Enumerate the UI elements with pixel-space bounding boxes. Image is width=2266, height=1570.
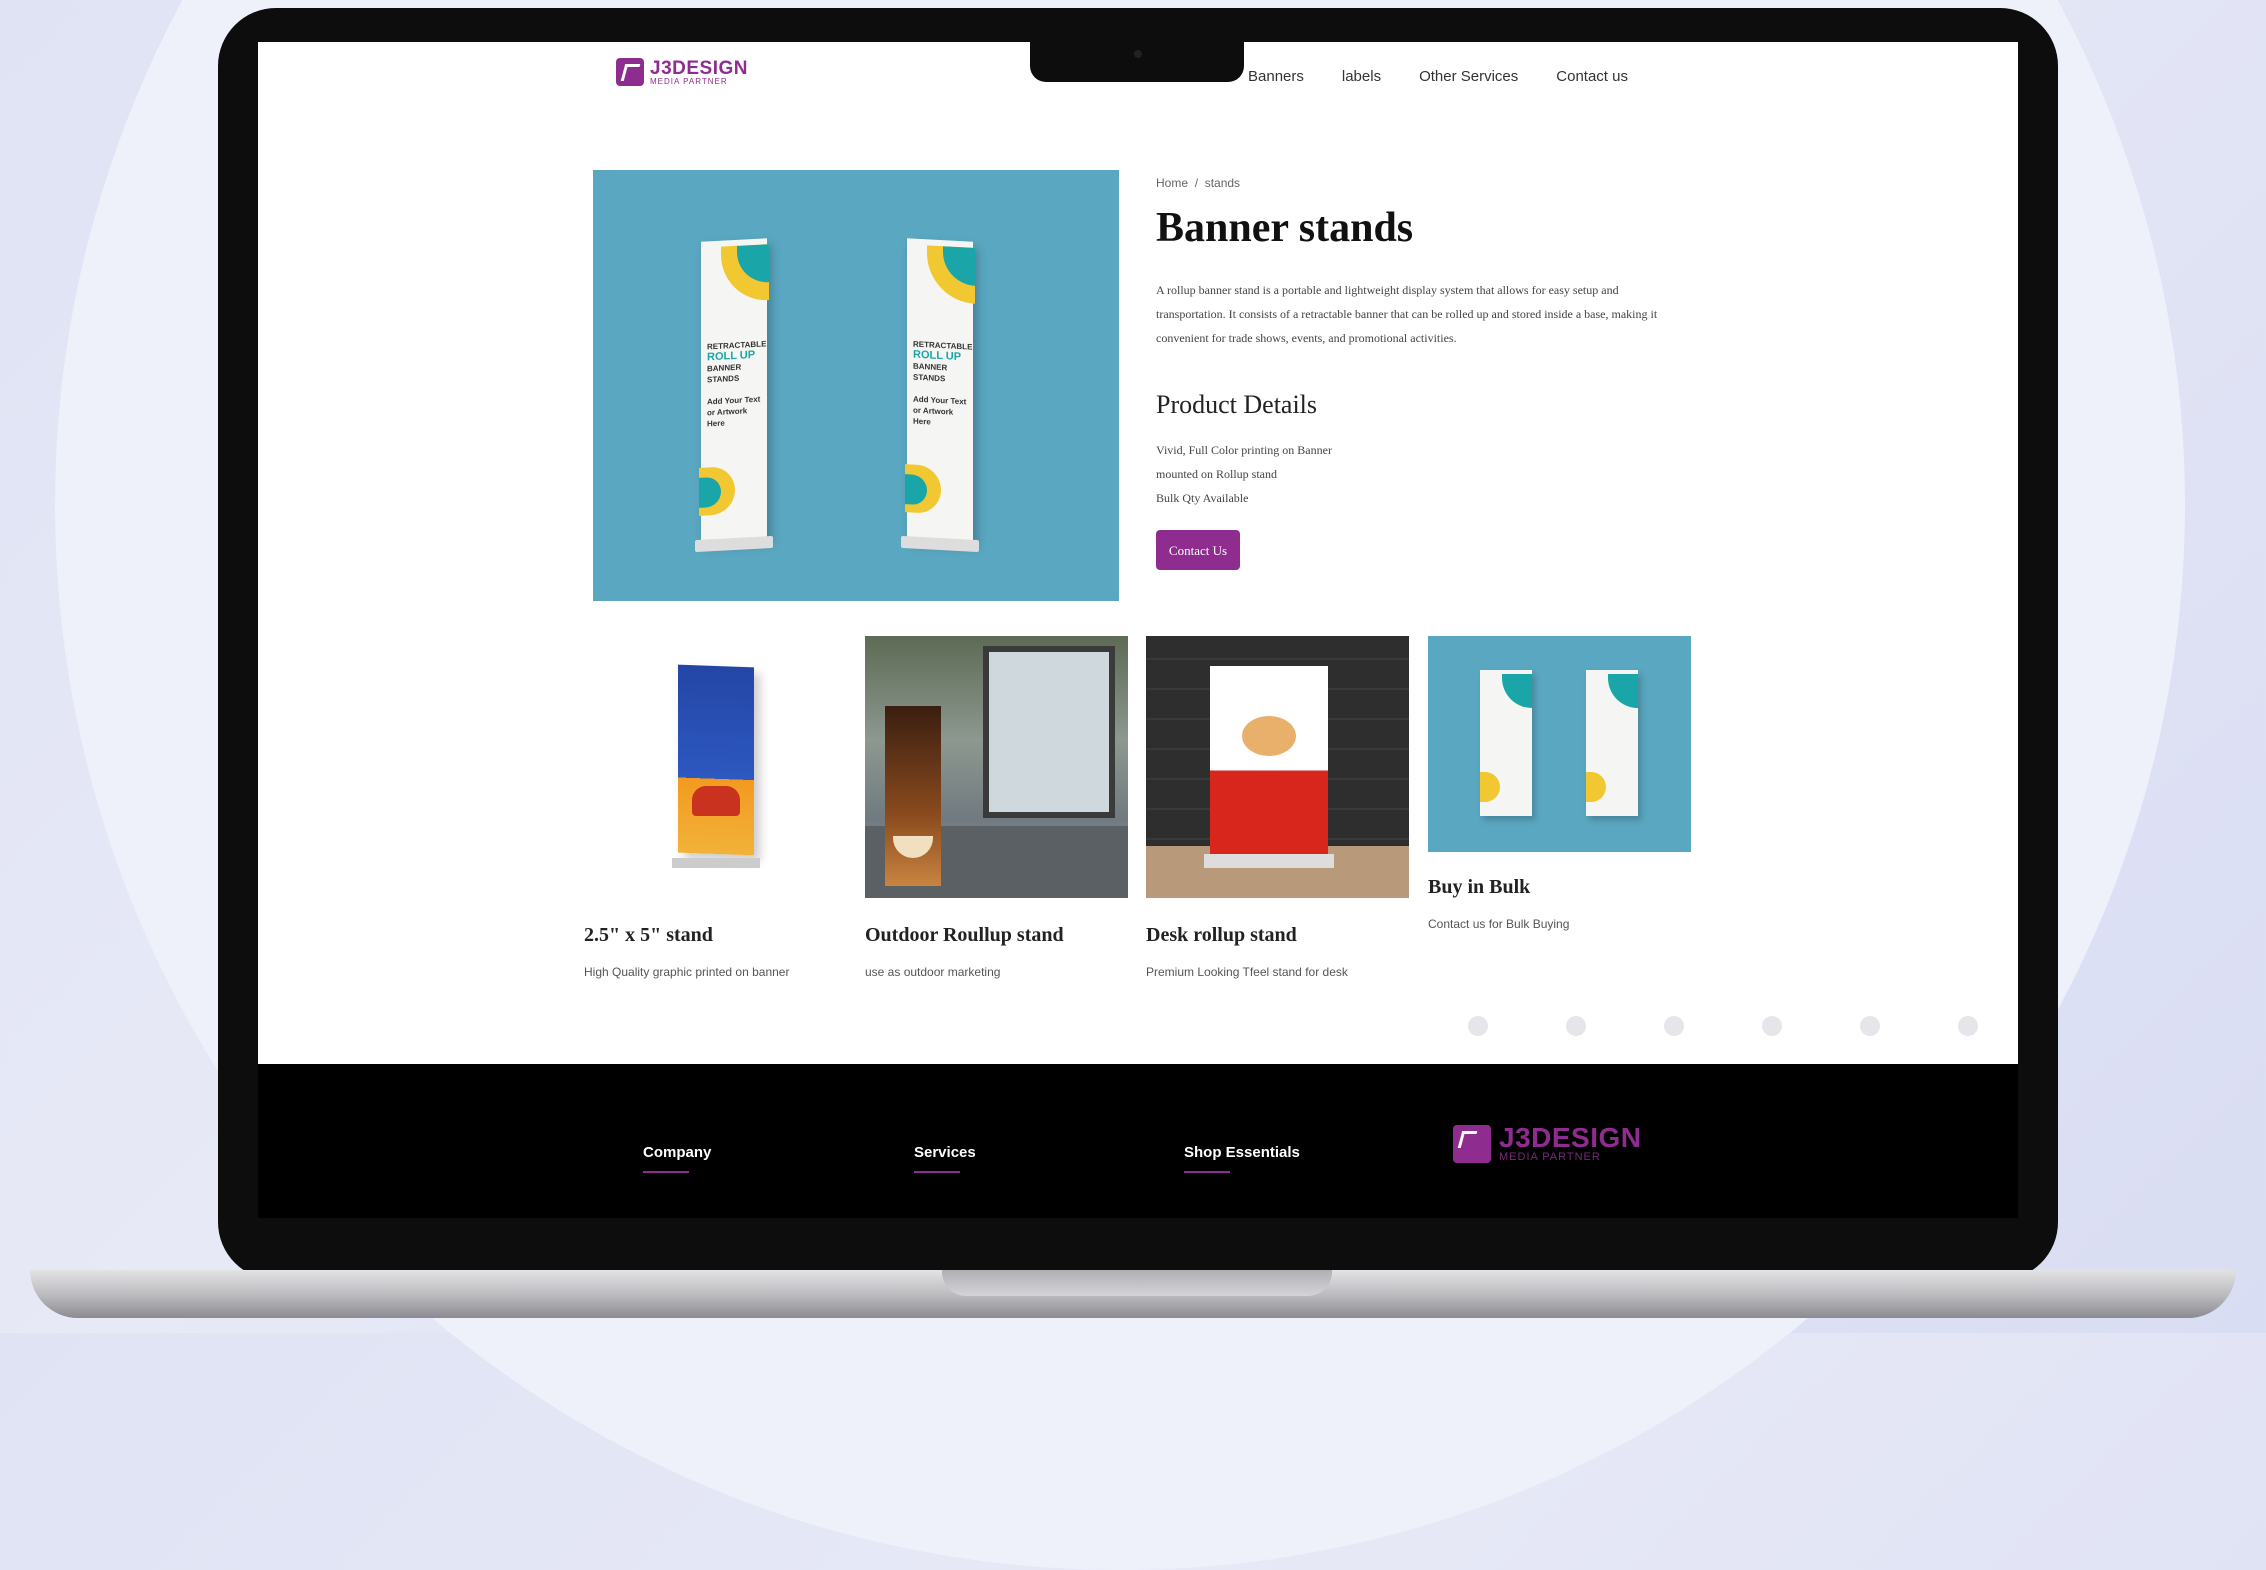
card-image-2-5x5-stand bbox=[584, 636, 847, 898]
breadcrumb-home[interactable]: Home bbox=[1156, 176, 1188, 190]
logo-title: J3DESIGN bbox=[650, 57, 748, 79]
nav-banners[interactable]: Banners bbox=[1248, 68, 1304, 85]
card-title: Buy in Bulk bbox=[1428, 876, 1531, 898]
card-title: 2.5" x 5" stand bbox=[584, 924, 713, 946]
hero-stand-text-3: BANNER STANDS bbox=[707, 362, 742, 385]
card-caption: High Quality graphic printed on banner bbox=[584, 965, 790, 979]
camera-icon bbox=[1134, 50, 1142, 58]
product-hero-image: RETRACTABLE ROLL UP BANNER STANDS Add Yo… bbox=[593, 170, 1119, 601]
product-details-list: Vivid, Full Color printing on Banner mou… bbox=[1156, 438, 1332, 510]
product-details-heading: Product Details bbox=[1156, 390, 1318, 419]
footer-logo-mark-icon bbox=[1453, 1124, 1491, 1163]
card-title: Outdoor Roullup stand bbox=[865, 924, 1064, 946]
product-detail-item: Vivid, Full Color printing on Banner bbox=[1156, 443, 1332, 457]
footer-col-services[interactable]: Services bbox=[914, 1144, 976, 1173]
laptop-base-notch bbox=[942, 1270, 1332, 1296]
card-caption: Contact us for Bulk Buying bbox=[1428, 917, 1570, 931]
nav-labels[interactable]: labels bbox=[1342, 68, 1381, 85]
hero-stand-right: RETRACTABLE ROLL UP BANNER STANDS Add Yo… bbox=[901, 238, 979, 553]
hero-stand-text-4b: Add Your Text bbox=[913, 394, 967, 407]
footer-logo-title: J3DESIGN bbox=[1499, 1122, 1642, 1153]
product-card-outdoor-rollup[interactable]: Outdoor Roullup stand use as outdoor mar… bbox=[865, 636, 1128, 979]
nav-contact-us[interactable]: Contact us bbox=[1556, 68, 1628, 85]
footer-logo[interactable]: J3DESIGN MEDIA PARTNER bbox=[1453, 1124, 1642, 1163]
logo-mark-icon bbox=[616, 58, 644, 86]
main-nav: Banners labels Other Services Contact us bbox=[1248, 68, 1666, 85]
product-detail-item: mounted on Rollup stand bbox=[1156, 467, 1277, 481]
camera-notch bbox=[1030, 42, 1244, 82]
page-title: Banner stands bbox=[1156, 205, 1414, 251]
site-footer: Company Services Shop Essentials J3DESIG… bbox=[258, 1016, 2018, 1218]
product-card-2-5x5-stand[interactable]: 2.5" x 5" stand High Quality graphic pri… bbox=[584, 636, 847, 979]
hero-stand-text-2: ROLL UP bbox=[707, 348, 756, 364]
contact-us-button[interactable]: Contact Us bbox=[1156, 530, 1240, 570]
hero-stand-text-4: Add Your Text bbox=[707, 394, 761, 407]
product-card-desk-rollup[interactable]: Desk rollup stand Premium Looking Tfeel … bbox=[1146, 636, 1409, 979]
product-description: A rollup banner stand is a portable and … bbox=[1156, 283, 1658, 345]
card-image-outdoor-rollup bbox=[865, 636, 1128, 898]
footer-col-shop-essentials[interactable]: Shop Essentials bbox=[1184, 1144, 1300, 1173]
product-detail-item: Bulk Qty Available bbox=[1156, 491, 1249, 505]
laptop-screen: J3DESIGN MEDIA PARTNER Banners labels Ot… bbox=[258, 42, 2018, 1218]
card-image-buy-in-bulk bbox=[1428, 636, 1691, 852]
hero-stand-left: RETRACTABLE ROLL UP BANNER STANDS Add Yo… bbox=[695, 238, 773, 553]
logo-tagline: MEDIA PARTNER bbox=[650, 76, 728, 86]
product-card-buy-in-bulk[interactable]: Buy in Bulk Contact us for Bulk Buying bbox=[1428, 636, 1691, 931]
card-caption: Premium Looking Tfeel stand for desk bbox=[1146, 965, 1348, 979]
hero-stand-text-3b: BANNER STANDS bbox=[913, 361, 948, 384]
card-caption: use as outdoor marketing bbox=[865, 965, 1001, 979]
breadcrumb-current: stands bbox=[1204, 176, 1241, 190]
hero-stand-text-2b: ROLL UP bbox=[913, 348, 962, 364]
card-title: Desk rollup stand bbox=[1146, 924, 1297, 946]
breadcrumb-separator: / bbox=[1194, 176, 1199, 190]
footer-col-company[interactable]: Company bbox=[643, 1144, 711, 1173]
nav-other-services[interactable]: Other Services bbox=[1419, 68, 1518, 85]
hero-stand-text-5b: or Artwork Here bbox=[913, 405, 954, 427]
card-image-desk-rollup bbox=[1146, 636, 1409, 898]
footer-logo-tagline: MEDIA PARTNER bbox=[1499, 1151, 1601, 1163]
hero-stand-text-5: or Artwork Here bbox=[707, 406, 748, 429]
site-logo[interactable]: J3DESIGN MEDIA PARTNER bbox=[616, 58, 748, 86]
breadcrumb: Home / stands bbox=[1156, 176, 1240, 190]
